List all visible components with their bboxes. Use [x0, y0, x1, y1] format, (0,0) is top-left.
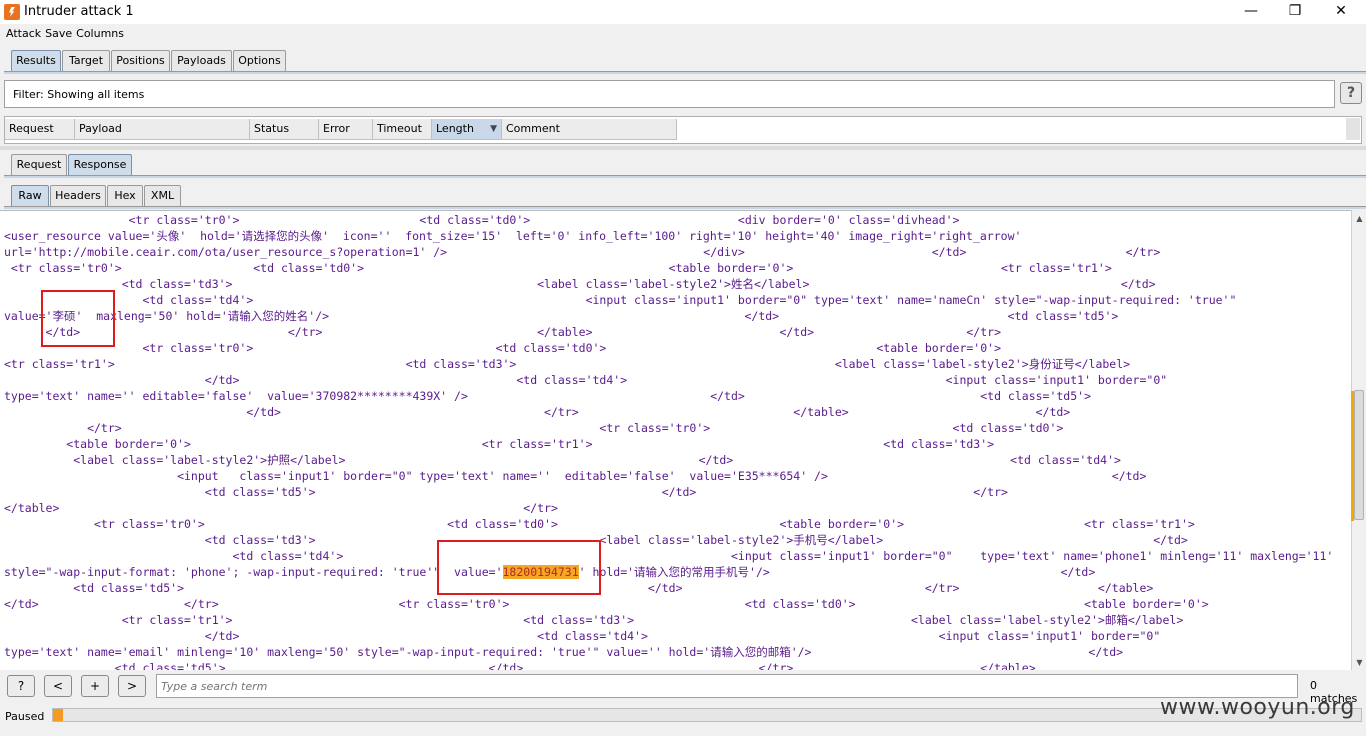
response-line-id-value: type='text' name='' editable='false' val… — [4, 389, 1092, 403]
filter-bar[interactable]: Filter: Showing all items — [4, 80, 1335, 108]
column-comment[interactable]: Comment — [502, 119, 677, 140]
response-line: </tr> <tr class='tr0'> <td class='td0'> — [4, 421, 1064, 435]
restore-button[interactable]: ❐ — [1272, 0, 1318, 24]
title-bar — [0, 0, 1366, 24]
tab-request[interactable]: Request — [11, 154, 67, 176]
tab-positions[interactable]: Positions — [111, 50, 170, 72]
column-length[interactable]: Length ▼ — [432, 119, 502, 140]
response-line: <tr class='tr0'> <td class='td0'> <div b… — [4, 213, 960, 227]
response-line: </td> </tr> <tr class='tr0'> <td class='… — [4, 597, 1209, 611]
response-line: <td class='td4'> <input class='input1' b… — [4, 549, 1334, 563]
search-next-button[interactable]: > — [118, 675, 146, 697]
search-help-button[interactable]: ? — [7, 675, 35, 697]
scroll-up-arrow-icon[interactable]: ▲ — [1355, 214, 1364, 223]
tab-hex[interactable]: Hex — [107, 185, 143, 207]
tab-payloads[interactable]: Payloads — [171, 50, 232, 72]
response-line: <tr class='tr0'> <td class='td0'> <table… — [4, 517, 1195, 531]
menu-save[interactable]: Save — [45, 24, 76, 42]
response-line: </table> </tr> — [4, 501, 558, 515]
help-button[interactable]: ? — [1340, 82, 1362, 104]
response-line: <td class='td3'> <label class='label-sty… — [4, 277, 1156, 291]
column-length-label: Length — [436, 122, 474, 135]
response-line: <td class='td5'> </td> </tr> </table> — [4, 661, 1036, 670]
response-line: </td> </tr> </table> </td> </tr> — [4, 325, 1001, 339]
response-raw-view[interactable]: <tr class='tr0'> <td class='td0'> <div b… — [0, 210, 1351, 670]
column-status[interactable]: Status — [250, 119, 319, 140]
response-line: <td class='td5'> </td> </tr> — [4, 485, 1008, 499]
tab-target[interactable]: Target — [62, 50, 110, 72]
tab-results[interactable]: Results — [11, 50, 61, 72]
column-error[interactable]: Error — [319, 119, 373, 140]
filter-label: Filter: Showing all items — [13, 88, 145, 101]
tab-raw[interactable]: Raw — [11, 185, 49, 207]
tabs-divider — [4, 71, 1366, 74]
sort-descending-icon: ▼ — [490, 124, 497, 134]
response-line: url='http://mobile.ceair.com/ota/user_re… — [4, 245, 1161, 259]
attack-status: Paused — [5, 710, 45, 723]
response-line: <label class='label-style2'>护照</label> <… — [4, 453, 1121, 467]
scroll-down-arrow-icon[interactable]: ▼ — [1355, 658, 1364, 667]
column-payload[interactable]: Payload — [75, 119, 250, 140]
subtabs-divider — [4, 175, 1366, 178]
response-line: </td> <td class='td4'> <input class='inp… — [4, 629, 1161, 643]
tab-options[interactable]: Options — [233, 50, 286, 72]
tab-response[interactable]: Response — [68, 154, 132, 176]
column-request[interactable]: Request — [5, 119, 75, 140]
tab-xml[interactable]: XML — [144, 185, 181, 207]
response-line: <tr class='tr0'> <td class='td0'> <table… — [4, 261, 1112, 275]
tab-headers[interactable]: Headers — [50, 185, 106, 207]
response-line: <td class='td4'> <input class='input1' b… — [4, 293, 1237, 307]
results-scrollbar[interactable] — [1346, 118, 1360, 140]
response-line: <tr class='tr1'> <td class='td3'> <label… — [4, 613, 1184, 627]
window-title: Intruder attack 1 — [24, 4, 134, 19]
watermark: www.wooyun.org — [1160, 695, 1355, 720]
response-line: <table border='0'> <tr class='tr1'> <td … — [4, 437, 995, 451]
annotation-box-phone — [437, 540, 601, 595]
annotation-box-name — [41, 290, 115, 347]
burp-app-icon — [4, 4, 20, 20]
response-line: <tr class='tr0'> <td class='td0'> <table… — [4, 341, 1001, 355]
menu-attack[interactable]: Attack — [0, 24, 45, 42]
menu-bar: Attack Save Columns — [0, 24, 1366, 44]
response-line-name-value: value='李硕' maxleng='50' hold='请输入您的姓名'/>… — [4, 309, 1119, 323]
search-previous-button[interactable]: < — [44, 675, 72, 697]
viewtabs-divider — [4, 206, 1366, 209]
split-pane-divider[interactable] — [0, 146, 1366, 150]
attack-progress-fill — [53, 709, 63, 721]
response-line-passport-value: <input class='input1' border="0" type='t… — [4, 469, 1147, 483]
response-scroll-thumb[interactable] — [1351, 390, 1364, 521]
response-line: <tr class='tr1'> <td class='td3'> <label… — [4, 357, 1131, 371]
column-timeout[interactable]: Timeout — [373, 119, 432, 140]
menu-columns[interactable]: Columns — [76, 24, 128, 42]
response-line-email: type='text' name='email' minleng='10' ma… — [4, 645, 1124, 659]
close-button[interactable]: ✕ — [1318, 0, 1364, 24]
search-add-button[interactable]: + — [81, 675, 109, 697]
response-line: </td> </tr> </table> </td> — [4, 405, 1071, 419]
results-table[interactable]: Request Payload Status Error Timeout Len… — [4, 116, 1362, 144]
response-line: </td> <td class='td4'> <input class='inp… — [4, 373, 1168, 387]
search-input[interactable] — [156, 674, 1298, 698]
response-line: <user_resource value='头像' hold='请选择您的头像'… — [4, 229, 1022, 243]
minimize-button[interactable]: — — [1228, 0, 1274, 24]
